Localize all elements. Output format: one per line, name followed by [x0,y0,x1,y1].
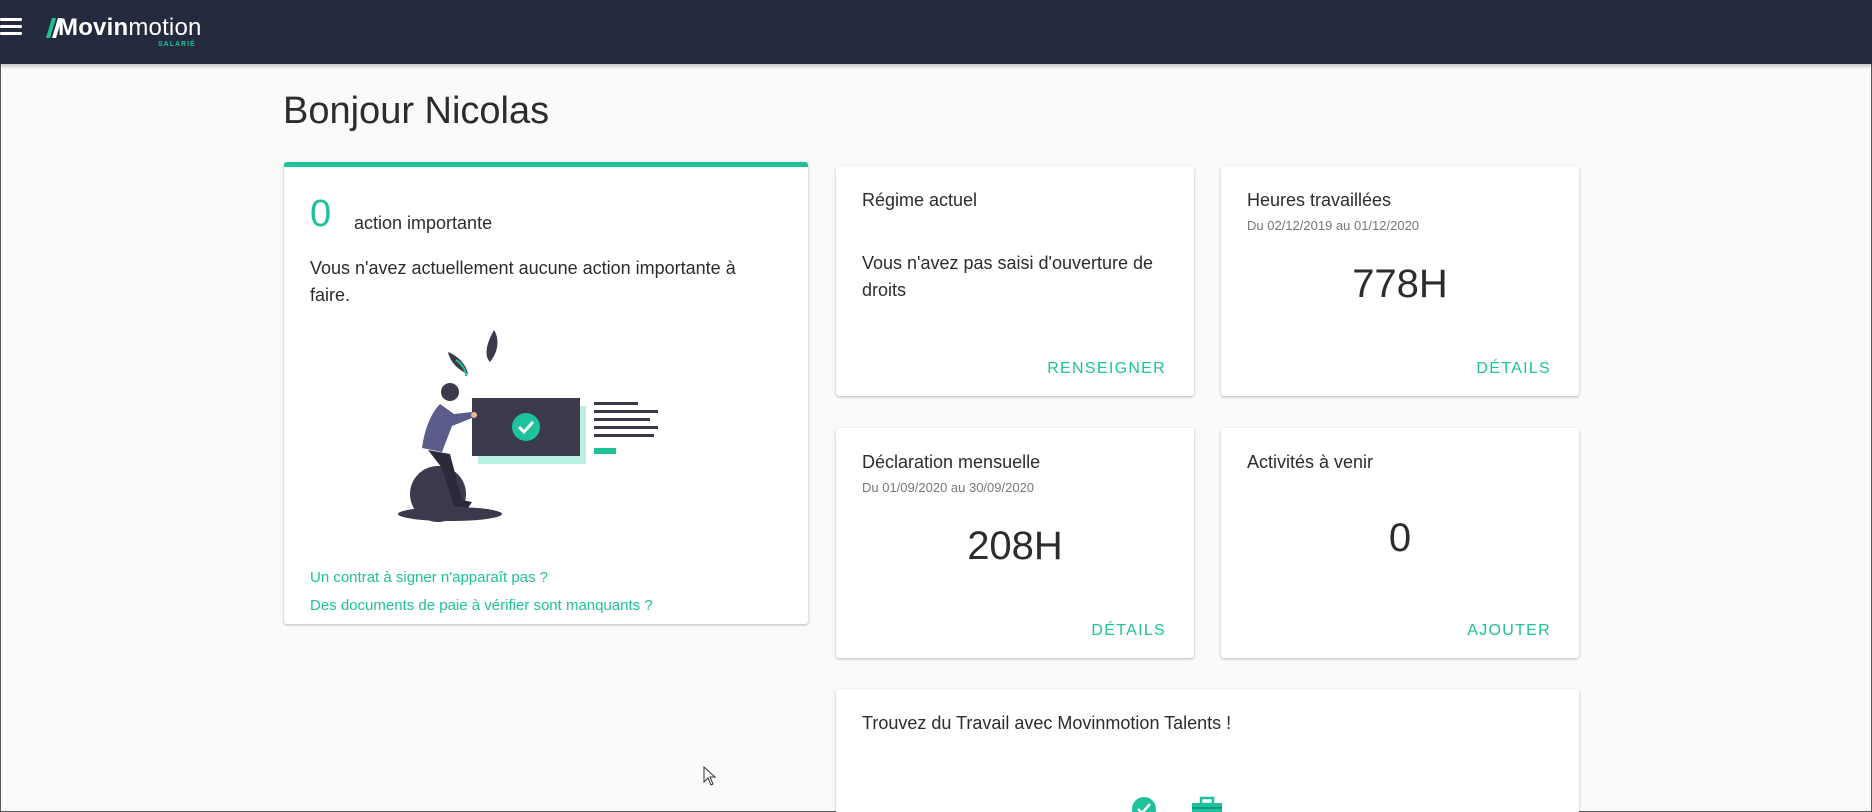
declaration-value: 208H [967,524,1063,568]
activities-title: Activités à venir [1247,452,1374,472]
talents-illustration-icon [1132,796,1222,812]
add-activity-button[interactable]: AJOUTER [1467,622,1551,640]
talents-title: Trouvez du Travail avec Movinmotion Tale… [862,713,1232,733]
monthly-declaration-card: Déclaration mensuelle Du 01/09/2020 au 3… [836,428,1194,658]
regime-message: Vous n'avez pas saisi d'ouverture de dro… [862,253,1154,300]
missing-payslip-link[interactable]: Des documents de paie à vérifier sont ma… [310,597,653,614]
action-count: 0 [310,193,332,235]
important-actions-card: 0 action importante Vous n'avez actuelle… [284,162,808,624]
logo-subtitle: SALARIÉ [158,41,196,48]
menu-icon[interactable] [0,18,24,40]
hours-worked-card: Heures travaillées Du 02/12/2019 au 01/1… [1221,166,1579,396]
fill-in-button[interactable]: RENSEIGNER [1047,360,1166,378]
movinmotion-logo[interactable]: Movinmotion SALARIÉ [46,14,206,48]
declaration-period: Du 01/09/2020 au 30/09/2020 [862,480,1035,495]
top-bar: Movinmotion SALARIÉ [0,0,1872,64]
hours-value: 778H [1352,262,1448,306]
upcoming-activities-card: Activités à venir 0 AJOUTER [1221,428,1579,658]
activities-value: 0 [1388,516,1412,560]
missing-contract-link[interactable]: Un contrat à signer n'apparaît pas ? [310,569,548,586]
current-regime-card: Régime actuel Vous n'avez pas saisi d'ou… [836,166,1194,396]
actions-message: Vous n'avez actuellement aucune action i… [310,258,736,305]
regime-title: Régime actuel [862,190,978,210]
mouse-cursor-icon [703,766,717,786]
logo-text: Movinmotion [58,14,202,41]
declaration-details-button[interactable]: DÉTAILS [1091,622,1166,640]
hours-title: Heures travaillées [1247,190,1392,210]
page-title: Bonjour Nicolas [283,90,550,132]
hours-details-button[interactable]: DÉTAILS [1476,360,1551,378]
hours-period: Du 02/12/2019 au 01/12/2020 [1247,218,1420,233]
talents-card: Trouvez du Travail avec Movinmotion Tale… [836,689,1579,812]
declaration-title: Déclaration mensuelle [862,452,1041,472]
action-count-label: action importante [354,213,493,233]
person-computer-illustration [398,330,658,522]
